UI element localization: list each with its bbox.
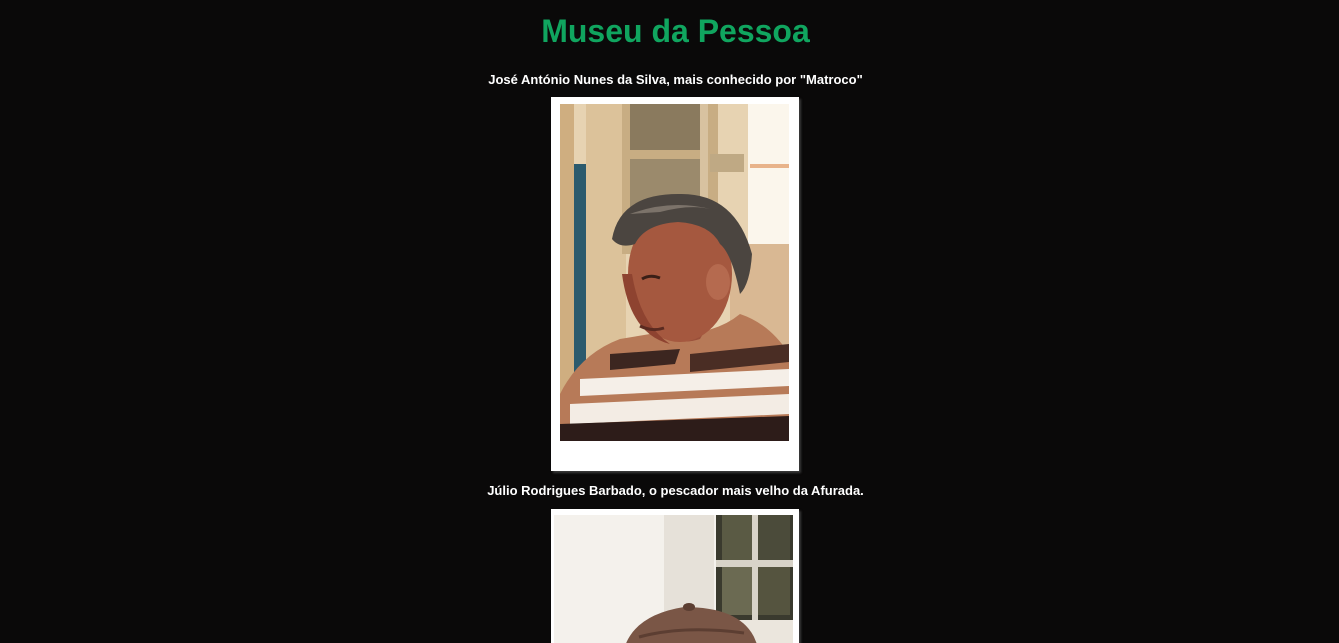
page-title: Museu da Pessoa bbox=[541, 13, 810, 49]
photo-caption: Júlio Rodrigues Barbado, o pescador mais… bbox=[487, 483, 864, 498]
portrait-man-with-cap-photo bbox=[554, 515, 793, 643]
photo-frame bbox=[551, 509, 799, 643]
photo-caption: José António Nunes da Silva, mais conhec… bbox=[488, 72, 863, 87]
portrait-photo-barbado bbox=[554, 515, 793, 643]
portrait-photo-matroco bbox=[560, 104, 789, 441]
photo-frame bbox=[551, 97, 799, 471]
portrait-man-profile-photo bbox=[560, 104, 789, 441]
